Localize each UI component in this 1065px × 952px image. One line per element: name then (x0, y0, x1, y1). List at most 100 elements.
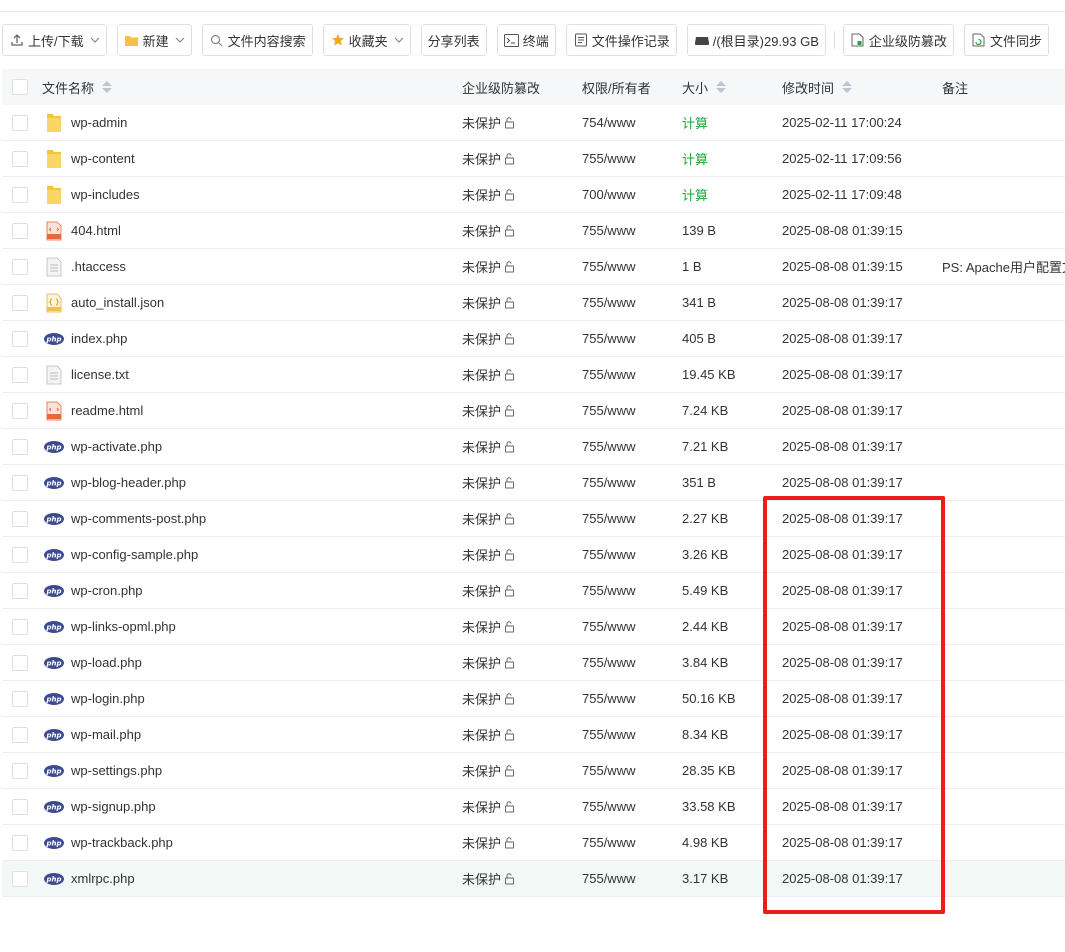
lock-icon[interactable] (503, 296, 515, 309)
file-name-link[interactable]: wp-comments-post.php (71, 511, 206, 526)
upload-download-button[interactable]: 上传/下载 (2, 24, 107, 56)
terminal-button[interactable]: 终端 (496, 24, 556, 56)
file-name-link[interactable]: wp-content (71, 151, 135, 166)
lock-icon[interactable] (503, 512, 515, 525)
row-checkbox[interactable] (12, 762, 28, 779)
tamper-status[interactable]: 未保护 (462, 473, 501, 492)
permission-owner[interactable]: 755/www (582, 151, 635, 166)
file-name-link[interactable]: wp-settings.php (71, 763, 162, 778)
row-checkbox[interactable] (12, 294, 28, 311)
file-name-link[interactable]: wp-cron.php (71, 583, 143, 598)
calculate-size-link[interactable]: 计算 (682, 116, 708, 131)
table-row[interactable]: auto_install.json 未保护 755/www 341 B 2025-08-… (2, 285, 1065, 321)
table-row[interactable]: php wp-settings.php 未保护 755/www 28.35 KB 2025… (2, 753, 1065, 789)
table-row[interactable]: php wp-login.php 未保护 755/www 50.16 KB 2025-08… (2, 681, 1065, 717)
file-name-link[interactable]: wp-activate.php (71, 439, 162, 454)
row-checkbox[interactable] (12, 582, 28, 599)
row-checkbox[interactable] (12, 366, 28, 383)
calculate-size-link[interactable]: 计算 (682, 188, 708, 203)
row-checkbox[interactable] (12, 150, 28, 167)
lock-icon[interactable] (503, 404, 515, 417)
lock-icon[interactable] (503, 116, 515, 129)
row-checkbox[interactable] (12, 870, 28, 887)
permission-owner[interactable]: 755/www (582, 619, 635, 634)
file-name-link[interactable]: 404.html (71, 223, 121, 238)
row-checkbox[interactable] (12, 726, 28, 743)
lock-icon[interactable] (503, 656, 515, 669)
tamper-status[interactable]: 未保护 (462, 581, 501, 600)
lock-icon[interactable] (503, 692, 515, 705)
file-name-link[interactable]: .htaccess (71, 259, 126, 274)
row-checkbox[interactable] (12, 690, 28, 707)
file-name-link[interactable]: wp-login.php (71, 691, 145, 706)
file-name-link[interactable]: wp-links-opml.php (71, 619, 176, 634)
row-checkbox[interactable] (12, 618, 28, 635)
permission-owner[interactable]: 755/www (582, 871, 635, 886)
table-row[interactable]: php xmlrpc.php 未保护 755/www 3.17 KB 2025-08-08… (2, 861, 1065, 897)
tamper-status[interactable]: 未保护 (462, 365, 501, 384)
file-name-link[interactable]: readme.html (71, 403, 143, 418)
row-checkbox[interactable] (12, 402, 28, 419)
table-row[interactable]: wp-admin 未保护 754/www 计算 2025-02-11 17:00:24 (2, 105, 1065, 141)
tamper-status[interactable]: 未保护 (462, 761, 501, 780)
favorites-button[interactable]: 收藏夹 (322, 24, 411, 56)
table-row[interactable]: wp-content 未保护 755/www 计算 2025-02-11 17:09:5… (2, 141, 1065, 177)
permission-owner[interactable]: 755/www (582, 367, 635, 382)
lock-icon[interactable] (503, 152, 515, 165)
row-checkbox[interactable] (12, 222, 28, 239)
tamper-status[interactable]: 未保护 (462, 437, 501, 456)
table-row[interactable]: php index.php 未保护 755/www 405 B 2025-08-08 01… (2, 321, 1065, 357)
file-note[interactable]: PS: Apache用户配置文 (942, 260, 1065, 275)
table-row[interactable]: 404.html 未保护 755/www 139 B 2025-08-08 01:39:… (2, 213, 1065, 249)
file-sync-button[interactable]: 文件同步 (963, 24, 1049, 56)
file-name-link[interactable]: xmlrpc.php (71, 871, 135, 886)
disk-root-button[interactable]: /(根目录)29.93 GB (686, 24, 826, 56)
permission-owner[interactable]: 754/www (582, 115, 635, 130)
row-checkbox[interactable] (12, 330, 28, 347)
permission-owner[interactable]: 755/www (582, 439, 635, 454)
header-name[interactable]: 文件名称 (42, 78, 113, 97)
permission-owner[interactable]: 755/www (582, 331, 635, 346)
tamper-status[interactable]: 未保护 (462, 329, 501, 348)
row-checkbox[interactable] (12, 834, 28, 851)
tamper-status[interactable]: 未保护 (462, 869, 501, 888)
file-name-link[interactable]: auto_install.json (71, 295, 164, 310)
file-name-link[interactable]: wp-mail.php (71, 727, 141, 742)
permission-owner[interactable]: 755/www (582, 223, 635, 238)
calculate-size-link[interactable]: 计算 (682, 152, 708, 167)
permission-owner[interactable]: 755/www (582, 691, 635, 706)
table-row[interactable]: license.txt 未保护 755/www 19.45 KB 2025-08-08 … (2, 357, 1065, 393)
row-checkbox[interactable] (12, 114, 28, 131)
tamper-status[interactable]: 未保护 (462, 653, 501, 672)
permission-owner[interactable]: 700/www (582, 187, 635, 202)
permission-owner[interactable]: 755/www (582, 475, 635, 490)
row-checkbox[interactable] (12, 798, 28, 815)
row-checkbox[interactable] (12, 186, 28, 203)
row-checkbox[interactable] (12, 438, 28, 455)
permission-owner[interactable]: 755/www (582, 583, 635, 598)
permission-owner[interactable]: 755/www (582, 835, 635, 850)
tamper-status[interactable]: 未保护 (462, 617, 501, 636)
row-checkbox[interactable] (12, 654, 28, 671)
tamper-status[interactable]: 未保护 (462, 293, 501, 312)
lock-icon[interactable] (503, 188, 515, 201)
tamper-status[interactable]: 未保护 (462, 257, 501, 276)
lock-icon[interactable] (503, 332, 515, 345)
file-name-link[interactable]: wp-signup.php (71, 799, 156, 814)
file-name-link[interactable]: wp-admin (71, 115, 127, 130)
lock-icon[interactable] (503, 728, 515, 741)
table-row[interactable]: php wp-activate.php 未保护 755/www 7.21 KB 2025-… (2, 429, 1065, 465)
row-checkbox[interactable] (12, 258, 28, 275)
tamper-status[interactable]: 未保护 (462, 113, 501, 132)
new-button[interactable]: 新建 (116, 24, 192, 56)
content-search-button[interactable]: 文件内容搜索 (201, 24, 313, 56)
lock-icon[interactable] (503, 476, 515, 489)
permission-owner[interactable]: 755/www (582, 403, 635, 418)
table-row[interactable]: readme.html 未保护 755/www 7.24 KB 2025-08-08 0… (2, 393, 1065, 429)
file-name-link[interactable]: wp-load.php (71, 655, 142, 670)
tamper-status[interactable]: 未保护 (462, 833, 501, 852)
lock-icon[interactable] (503, 872, 515, 885)
file-name-link[interactable]: wp-trackback.php (71, 835, 173, 850)
permission-owner[interactable]: 755/www (582, 655, 635, 670)
permission-owner[interactable]: 755/www (582, 259, 635, 274)
